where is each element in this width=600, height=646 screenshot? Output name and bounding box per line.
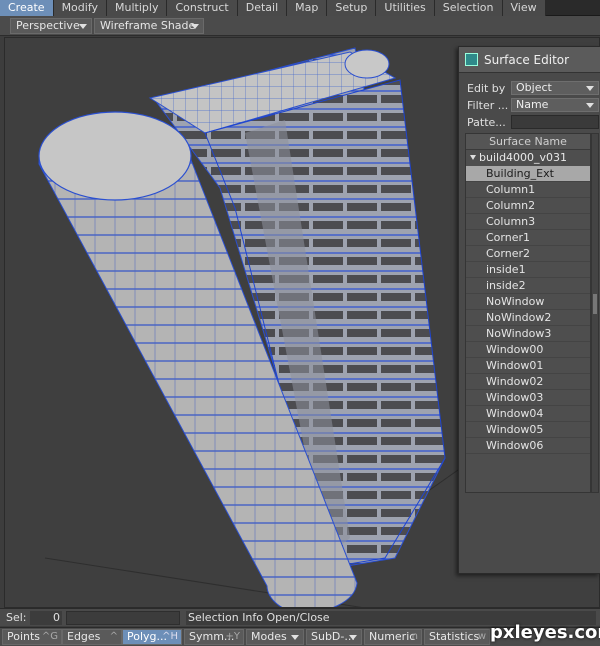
list-item[interactable]: Column2 (466, 198, 590, 214)
tab-selection[interactable]: Selection (434, 0, 503, 16)
edit-by-dropdown[interactable]: Object (511, 81, 599, 95)
tab-multiply[interactable]: Multiply (107, 0, 168, 16)
list-item[interactable]: Window03 (466, 390, 590, 406)
surface-editor-panel: Surface Editor Edit by Object Filter ...… (458, 46, 600, 574)
tab-view[interactable]: View (502, 0, 546, 16)
render-mode-dropdown[interactable]: Wireframe Shade (94, 18, 204, 34)
list-item[interactable]: NoWindow2 (466, 310, 590, 326)
tab-map[interactable]: Map (287, 0, 328, 16)
numeric-shortcut: n (411, 631, 418, 642)
list-item[interactable]: Window00 (466, 342, 590, 358)
list-item[interactable]: NoWindow3 (466, 326, 590, 342)
surface-list-scrollbar[interactable] (591, 133, 599, 493)
chevron-down-icon (586, 86, 594, 91)
list-item[interactable]: inside1 (466, 262, 590, 278)
list-item-building-ext[interactable]: Building_Ext (466, 166, 590, 182)
list-item[interactable]: NoWindow (466, 294, 590, 310)
render-mode-value: Wireframe Shade (100, 19, 196, 32)
tab-utilities[interactable]: Utilities (376, 0, 435, 16)
panel-title: Surface Editor (484, 53, 570, 67)
root-object-name: build4000_v031 (479, 151, 568, 164)
viewport-toolbar: Perspective Wireframe Shade (0, 16, 600, 36)
pattern-label: Patte... (467, 116, 506, 129)
symmetry-button[interactable]: Symm... +Y (184, 629, 244, 645)
pattern-input[interactable] (511, 115, 599, 129)
edit-by-value: Object (516, 81, 552, 94)
statistics-shortcut: w (477, 631, 486, 642)
chevron-down-icon (191, 24, 199, 29)
tab-create[interactable]: Create (0, 0, 54, 16)
filter-label: Filter ... (467, 99, 509, 112)
panel-title-bar[interactable]: Surface Editor (459, 47, 600, 73)
numeric-label: Numeric (369, 630, 416, 643)
tab-construct[interactable]: Construct (167, 0, 238, 16)
scrollbar-thumb[interactable] (593, 294, 597, 314)
symmetry-shortcut: +Y (225, 631, 241, 642)
edit-by-row: Edit by Object (465, 81, 599, 97)
tab-modify[interactable]: Modify (53, 0, 108, 16)
polygons-shortcut: ^H (162, 631, 178, 642)
list-item[interactable]: Column1 (466, 182, 590, 198)
polygons-label: Polyg... (127, 630, 168, 643)
list-item[interactable]: Corner2 (466, 246, 590, 262)
modes-label: Modes (251, 630, 287, 643)
chevron-down-icon (79, 24, 87, 29)
sel-count: 0 (30, 611, 62, 625)
edges-mode-button[interactable]: Edges ^ (62, 629, 122, 645)
filter-value: Name (516, 98, 549, 111)
list-item[interactable]: Window02 (466, 374, 590, 390)
chevron-down-icon (586, 103, 594, 108)
edges-shortcut: ^ (109, 631, 118, 642)
points-mode-button[interactable]: Points ^G (2, 629, 62, 645)
tab-setup[interactable]: Setup (327, 0, 377, 16)
rear-tower-cap (344, 49, 390, 79)
tab-detail[interactable]: Detail (237, 0, 288, 16)
edges-label: Edges (67, 630, 101, 643)
filter-dropdown[interactable]: Name (511, 98, 599, 112)
watermark-text: pxleyes.com (490, 622, 600, 643)
subd-dropdown[interactable]: SubD-... (306, 629, 362, 645)
statistics-button[interactable]: Statistics w (424, 629, 490, 645)
modes-dropdown[interactable]: Modes (246, 629, 304, 645)
statistics-label: Statistics (429, 630, 480, 643)
polygons-mode-button[interactable]: Polyg... ^H (122, 629, 182, 645)
chevron-down-icon (349, 635, 357, 640)
view-mode-dropdown[interactable]: Perspective (10, 18, 92, 34)
list-item[interactable]: Window01 (466, 358, 590, 374)
sel-label: Sel: (6, 611, 27, 624)
points-label: Points (7, 630, 41, 643)
sel-field (66, 611, 180, 625)
points-shortcut: ^G (41, 631, 58, 642)
main-tab-bar: Create Modify Multiply Construct Detail … (0, 0, 600, 16)
cylinder-cap (38, 111, 192, 201)
numeric-button[interactable]: Numeric n (364, 629, 422, 645)
lightwave-logo-icon (465, 53, 478, 66)
list-item[interactable]: Column3 (466, 214, 590, 230)
list-item[interactable]: Window06 (466, 438, 590, 454)
triangle-down-icon (470, 155, 476, 160)
list-item[interactable]: Corner1 (466, 230, 590, 246)
pattern-row: Patte... (465, 115, 599, 131)
filter-row: Filter ... Name (465, 98, 599, 114)
list-item[interactable]: inside2 (466, 278, 590, 294)
view-mode-value: Perspective (16, 19, 80, 32)
chevron-down-icon (291, 635, 299, 640)
edit-by-label: Edit by (467, 82, 506, 95)
list-item[interactable]: Window05 (466, 422, 590, 438)
surface-list: Surface Name build4000_v031 Building_Ext… (465, 133, 591, 493)
list-item[interactable]: Window04 (466, 406, 590, 422)
surface-name-column-header[interactable]: Surface Name (466, 134, 590, 150)
list-root-object[interactable]: build4000_v031 (466, 150, 590, 166)
